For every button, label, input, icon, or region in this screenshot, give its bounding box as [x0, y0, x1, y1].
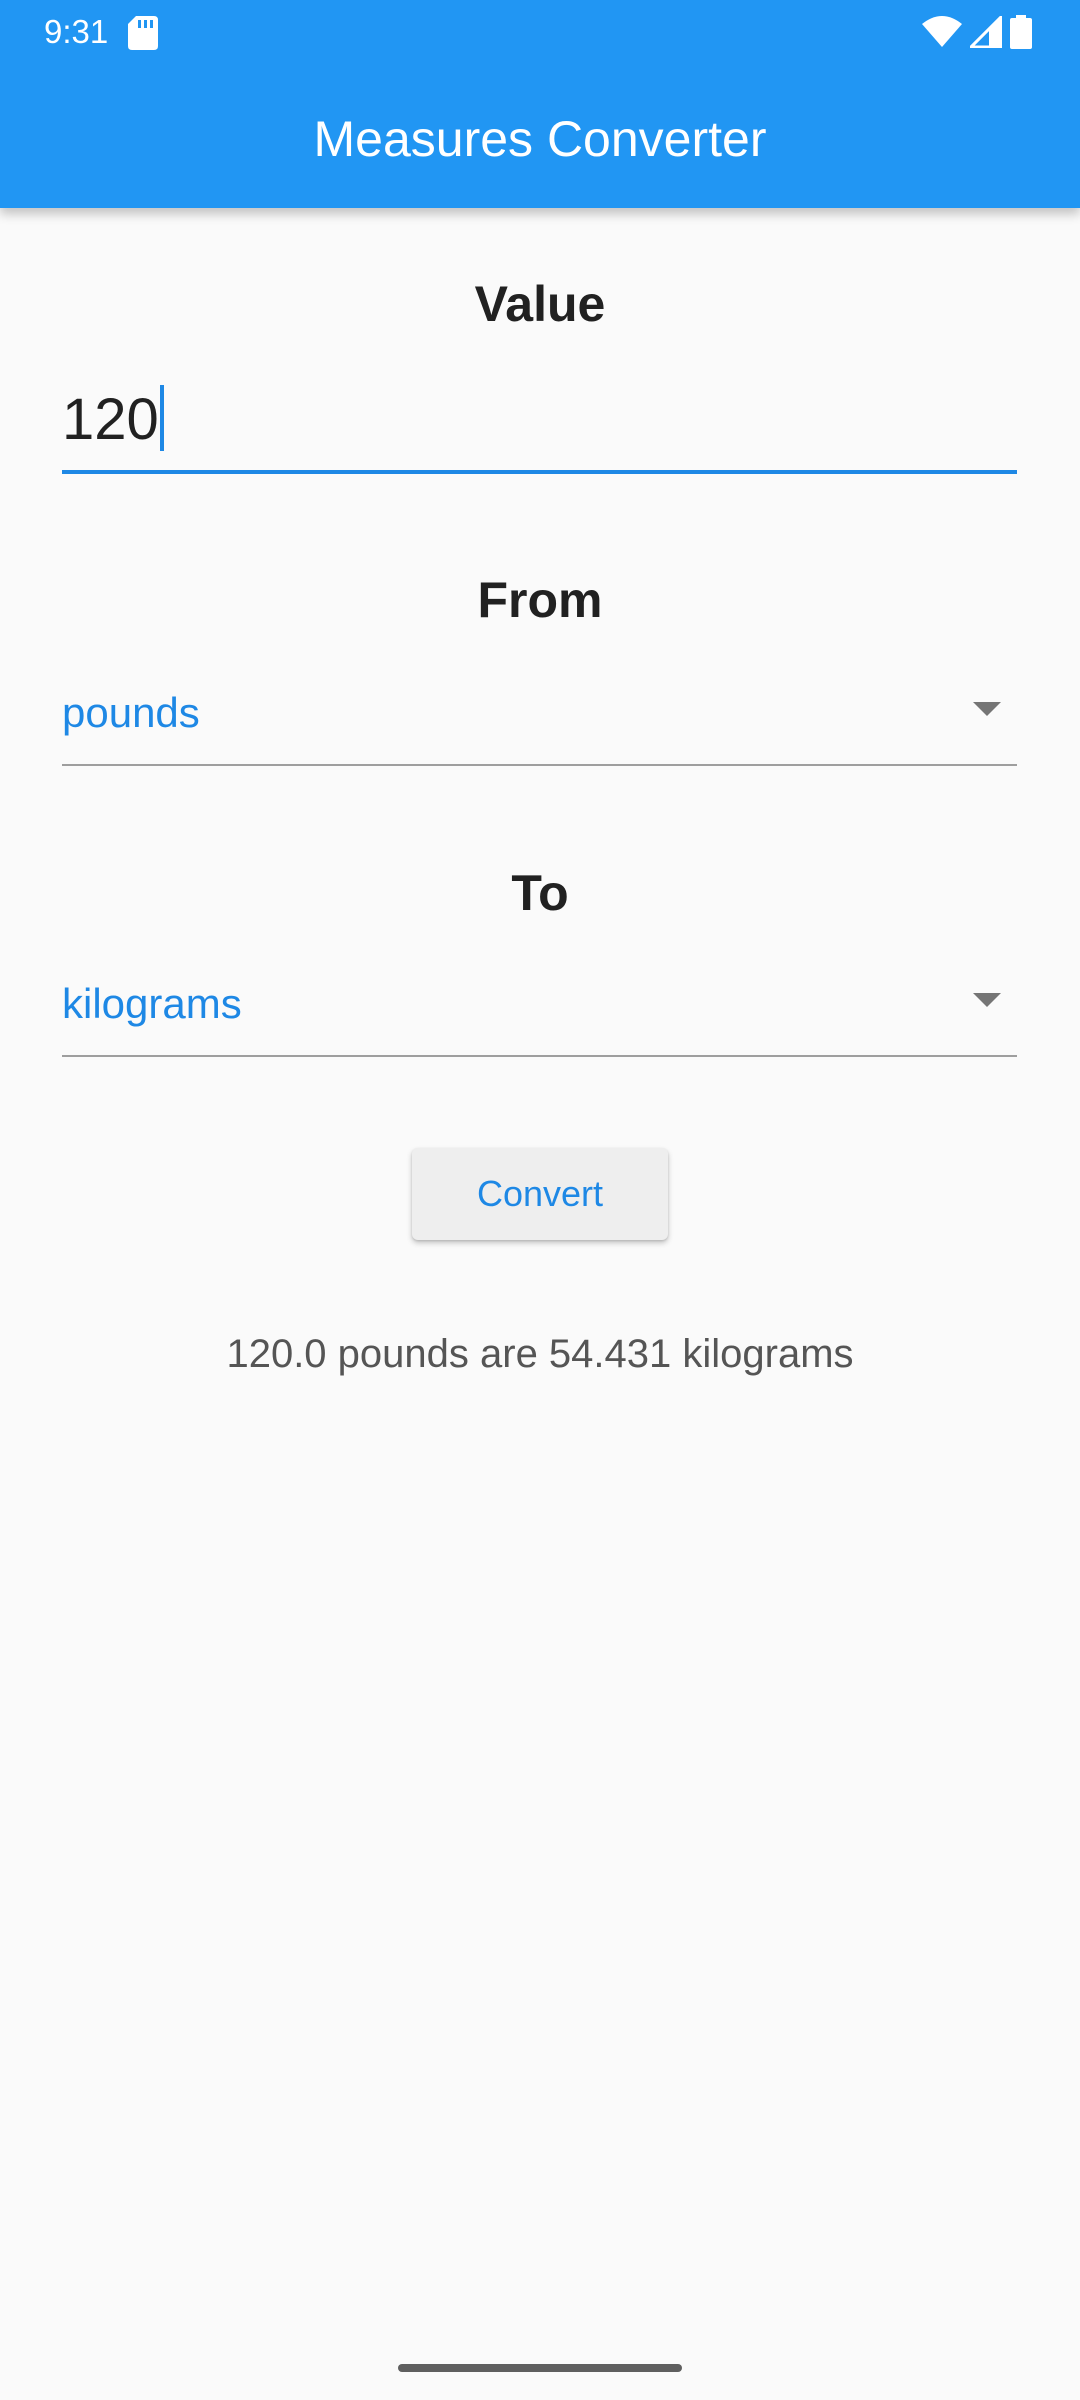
from-unit-value: pounds: [62, 689, 200, 736]
from-label: From: [477, 572, 603, 628]
result-text: 120.0 pounds are 54.431 kilograms: [226, 1332, 854, 1376]
convert-button[interactable]: Convert: [412, 1148, 668, 1240]
dropdown-arrow-icon: [973, 702, 1001, 716]
wifi-icon: [922, 16, 962, 47]
dropdown-arrow-icon: [973, 993, 1001, 1007]
battery-icon: [1010, 15, 1032, 49]
status-time: 9:31: [44, 13, 109, 50]
value-input-text: 120: [62, 387, 159, 452]
status-icons: [922, 14, 1032, 50]
input-underline: [62, 470, 1017, 474]
value-label: Value: [474, 276, 606, 332]
app-title: Measures Converter: [313, 111, 767, 167]
app-bar: 9:31 Measures Converter: [0, 0, 1080, 208]
to-unit-value: kilograms: [62, 980, 242, 1027]
to-unit-dropdown[interactable]: kilograms: [62, 959, 1017, 1057]
text-cursor: [159, 385, 164, 451]
from-unit-dropdown[interactable]: pounds: [62, 668, 1017, 766]
status-bar: 9:31: [0, 0, 1080, 64]
home-indicator[interactable]: [398, 2364, 682, 2372]
value-input[interactable]: 120: [62, 370, 1017, 474]
sd-card-icon: [128, 16, 158, 50]
to-label: To: [511, 865, 569, 921]
cell-signal-icon: [970, 16, 1002, 48]
